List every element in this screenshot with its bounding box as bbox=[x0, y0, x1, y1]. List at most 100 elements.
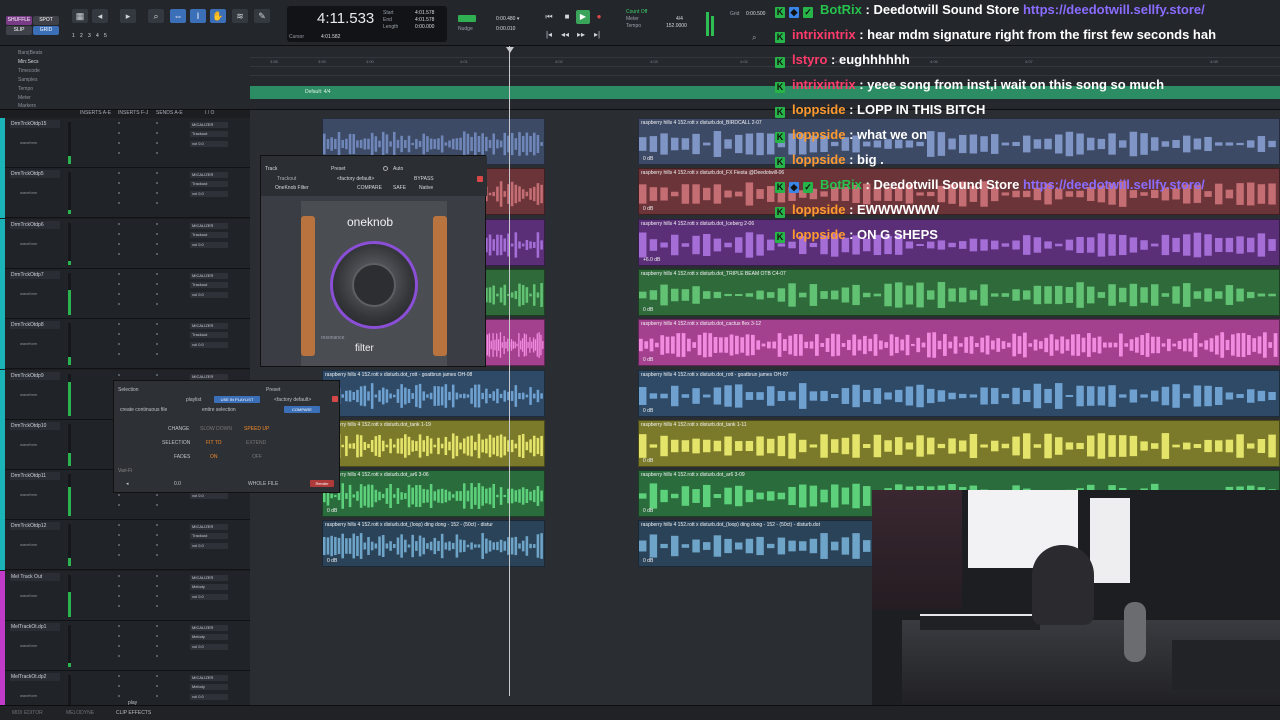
track-volume-readout[interactable]: vol 0.0 bbox=[190, 191, 228, 198]
track-input-selector[interactable]: MICALIZER bbox=[190, 524, 228, 531]
track-output-selector[interactable]: Melody bbox=[190, 634, 228, 640]
chat-username[interactable]: loppside bbox=[792, 152, 845, 167]
track-name-field[interactable]: DrmTrckOtdp8 bbox=[10, 321, 60, 330]
track-volume-readout[interactable]: vol 0.0 bbox=[190, 694, 228, 701]
track-row[interactable]: DrmTrckOtdp6 waveform MICALIZER Trackout vol… bbox=[0, 218, 250, 269]
empty-slot-dot[interactable] bbox=[118, 242, 120, 245]
selector-tool-icon[interactable]: I bbox=[190, 9, 206, 23]
chat-username[interactable]: BotRix bbox=[820, 2, 862, 17]
empty-slot-dot[interactable] bbox=[118, 222, 120, 225]
chat-username[interactable]: loppside bbox=[792, 227, 845, 242]
track-name-field[interactable]: DrmTrckOtdp6 bbox=[10, 220, 60, 229]
fades-off-option[interactable]: OFF bbox=[252, 454, 262, 460]
track-output-selector[interactable]: Trackout bbox=[190, 181, 228, 188]
length-value[interactable]: 0:00.000 bbox=[415, 24, 434, 30]
go-to-end-button[interactable]: ▸| bbox=[590, 28, 604, 42]
empty-slot-dot[interactable] bbox=[156, 182, 158, 185]
track-output-selector[interactable]: Trackout bbox=[190, 533, 228, 540]
track-output-selector[interactable]: Trackout bbox=[190, 231, 228, 238]
pencil-tool-icon[interactable]: ✎ bbox=[254, 9, 270, 23]
empty-slot-dot[interactable] bbox=[156, 222, 158, 225]
clip-gain-readout[interactable]: 0 dB bbox=[327, 508, 337, 514]
empty-slot-dot[interactable] bbox=[156, 292, 158, 295]
track-volume-readout[interactable]: vol 0.0 bbox=[190, 543, 228, 550]
empty-slot-dot[interactable] bbox=[118, 373, 120, 376]
record-button[interactable]: ● bbox=[592, 10, 606, 24]
audio-clip[interactable]: raspberry hills 4 152.rott x disturb.dot… bbox=[322, 369, 545, 417]
zoom-preset-2[interactable]: 2 bbox=[80, 33, 83, 39]
empty-slot-dot[interactable] bbox=[118, 282, 120, 285]
chat-username[interactable]: intrixintrix bbox=[792, 27, 856, 42]
track-input-selector[interactable]: MICALIZER bbox=[190, 222, 228, 229]
chat-link[interactable]: https://deedotwill.sellfy.store/ bbox=[1023, 2, 1205, 17]
continuous-file-selector[interactable]: create continuous file bbox=[120, 407, 167, 413]
empty-slot-dot[interactable] bbox=[156, 494, 158, 497]
track-input-selector[interactable]: MICALIZER bbox=[190, 675, 228, 682]
grabber-tool-icon[interactable]: ✋ bbox=[210, 9, 226, 23]
empty-slot-dot[interactable] bbox=[156, 122, 158, 124]
chat-username[interactable]: BotRix bbox=[820, 177, 862, 192]
trim-tool-icon[interactable]: ⇔ bbox=[170, 9, 186, 23]
empty-slot-dot[interactable] bbox=[118, 272, 120, 275]
empty-slot-dot[interactable] bbox=[156, 504, 158, 507]
empty-slot-dot[interactable] bbox=[118, 494, 120, 497]
empty-slot-dot[interactable] bbox=[118, 584, 120, 587]
resonance-toggle[interactable]: resonance bbox=[321, 335, 344, 341]
empty-slot-dot[interactable] bbox=[156, 242, 158, 245]
track-view-selector[interactable]: waveform bbox=[20, 291, 37, 296]
track-name-field[interactable]: DrmTrckOtdp15 bbox=[10, 120, 60, 128]
track-name-field[interactable]: DrmTrckOtdp11 bbox=[10, 472, 60, 481]
back-button[interactable]: ◂◂ bbox=[558, 28, 572, 42]
clip-gain-readout[interactable]: 0 dB bbox=[643, 357, 653, 363]
chat-username[interactable]: loppside bbox=[792, 102, 845, 117]
forward-button[interactable]: ▸▸ bbox=[574, 28, 588, 42]
track-output-selector[interactable]: Melody bbox=[190, 583, 228, 590]
empty-slot-dot[interactable] bbox=[118, 524, 120, 527]
track-row[interactable]: MelTrackOt.dp1 waveform MICALIZER Melody vol… bbox=[0, 621, 250, 671]
audio-clip[interactable]: raspberry hills 4 152.rott x disturb.dot… bbox=[322, 470, 545, 518]
chat-link[interactable]: https://deedotwill.sellfy.store/ bbox=[1023, 177, 1205, 192]
track-row[interactable]: DrmTrckOtdp5 waveform MICALIZER Trackout vol… bbox=[0, 168, 250, 219]
track-volume-readout[interactable]: vol 0.0 bbox=[190, 342, 228, 349]
empty-slot-dot[interactable] bbox=[118, 635, 120, 637]
empty-slot-dot[interactable] bbox=[156, 323, 158, 326]
track-view-selector[interactable]: waveform bbox=[20, 241, 37, 246]
empty-slot-dot[interactable] bbox=[156, 635, 158, 637]
empty-slot-dot[interactable] bbox=[156, 594, 158, 597]
empty-slot-dot[interactable] bbox=[118, 574, 120, 577]
empty-slot-dot[interactable] bbox=[156, 232, 158, 235]
grid-value[interactable]: 0:00.500 bbox=[746, 11, 765, 17]
magnifier-icon[interactable]: ⌕ bbox=[148, 9, 164, 23]
tab-clip-effects[interactable]: CLIP EFFECTS bbox=[116, 710, 151, 716]
empty-slot-dot[interactable] bbox=[156, 544, 158, 547]
clip-gain-readout[interactable]: 0 dB bbox=[643, 408, 653, 414]
varifi-power-icon[interactable] bbox=[332, 396, 338, 402]
empty-slot-dot[interactable] bbox=[118, 292, 120, 295]
empty-slot-dot[interactable] bbox=[118, 142, 120, 144]
empty-slot-dot[interactable] bbox=[156, 132, 158, 134]
empty-slot-dot[interactable] bbox=[118, 695, 120, 698]
empty-slot-dot[interactable] bbox=[118, 554, 120, 557]
empty-slot-dot[interactable] bbox=[156, 192, 158, 195]
varifi-preset-selector[interactable]: <factory default> bbox=[274, 397, 311, 403]
track-row[interactable]: Mel Track Out waveform MICALIZER Melody vol … bbox=[0, 570, 250, 621]
chat-username[interactable]: loppside bbox=[792, 127, 845, 142]
empty-slot-dot[interactable] bbox=[118, 132, 120, 134]
empty-slot-dot[interactable] bbox=[156, 333, 158, 336]
track-input-selector[interactable]: MICALIZER bbox=[190, 122, 228, 128]
track-volume-readout[interactable]: vol 0.0 bbox=[190, 241, 228, 248]
track-name-field[interactable]: DrmTrckOtdp7 bbox=[10, 270, 60, 279]
empty-slot-dot[interactable] bbox=[118, 353, 120, 356]
use-in-playlist-button[interactable]: USE IN PLAYLIST bbox=[214, 396, 260, 403]
target-icon[interactable] bbox=[383, 166, 388, 171]
tab-melodyne[interactable]: MELODYNE bbox=[66, 710, 94, 716]
empty-slot-dot[interactable] bbox=[156, 353, 158, 356]
track-input-selector[interactable]: MICALIZER bbox=[190, 373, 228, 380]
empty-slot-dot[interactable] bbox=[118, 675, 120, 678]
track-input-selector[interactable]: MICALIZER bbox=[190, 625, 228, 631]
whole-file-selector[interactable]: WHOLE FILE bbox=[248, 481, 278, 487]
track-name-field[interactable]: DrmTrckOtdp10 bbox=[10, 421, 60, 430]
search-icon[interactable]: ⌕ bbox=[752, 33, 756, 43]
varifi-compare-button[interactable]: COMPARE bbox=[284, 406, 320, 413]
plugin-preset-selector[interactable]: <factory default> bbox=[337, 176, 374, 182]
